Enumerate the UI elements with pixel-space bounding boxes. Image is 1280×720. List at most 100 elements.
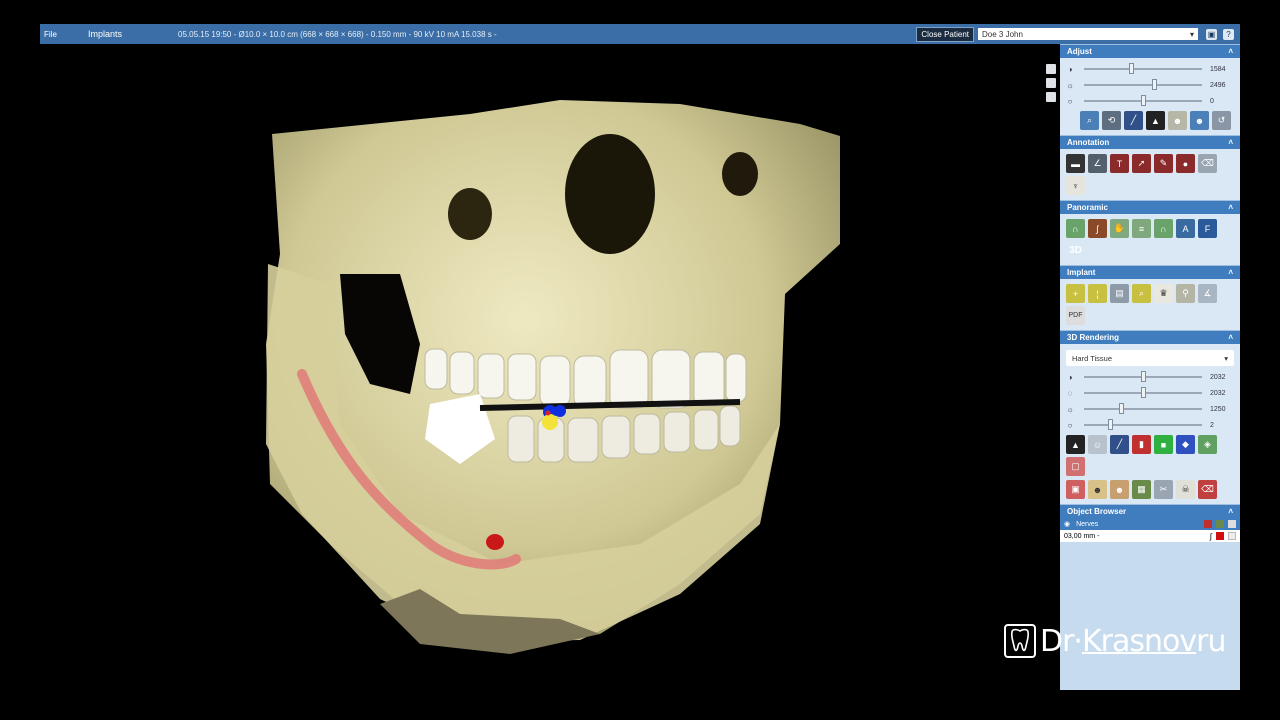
checkbox-icon[interactable] [1228,520,1236,528]
nerve-item-row[interactable]: 03,00 mm - ∫ [1060,530,1240,542]
hand-icon[interactable]: ✋ [1110,219,1129,238]
close-patient-button[interactable]: Close Patient [916,26,974,42]
slices-icon[interactable]: ≡ [1132,219,1151,238]
render-slider-gamma[interactable]: ○ 2 [1064,417,1236,433]
red-marker[interactable] [545,410,551,416]
crown-icon[interactable]: ♛ [1154,284,1173,303]
cut-icon[interactable]: ✂ [1154,480,1173,499]
angle-icon[interactable]: ∠ [1088,154,1107,173]
skull-icon[interactable]: ☻ [1168,111,1187,130]
histogram-icon[interactable]: ▲ [1146,111,1165,130]
slider-track[interactable] [1084,403,1202,414]
slider-track[interactable] [1084,95,1202,106]
file-menu[interactable]: File [44,30,88,39]
slider-knob[interactable] [1140,371,1146,382]
slider-track[interactable] [1084,371,1202,382]
slider-track[interactable] [1084,419,1202,430]
render-slider-contrast[interactable]: ◑ 2032 [1064,369,1236,385]
undo-icon[interactable] [1046,92,1056,102]
collapse-icon[interactable]: ˄ [1228,203,1233,212]
freehand-icon[interactable]: ✎ [1154,154,1173,173]
3d-viewport[interactable] [40,44,1060,690]
color-grid-icon[interactable] [1216,520,1224,528]
implant-add-icon[interactable]: + [1066,284,1085,303]
slider-track[interactable] [1084,387,1202,398]
implant-icon[interactable]: ¦ [1088,284,1107,303]
ruler-icon[interactable]: ▬ [1066,154,1085,173]
curve-icon[interactable]: ∩ [1066,219,1085,238]
render-slider-opacity[interactable]: ◌ 2032 [1064,385,1236,401]
window-level-icon[interactable]: ╱ [1124,111,1143,130]
red-plane-icon[interactable]: ▮ [1132,435,1151,454]
slider-knob[interactable] [1140,95,1146,106]
slider-knob[interactable] [1152,79,1158,90]
reset-icon[interactable]: ↺ [1212,111,1231,130]
collapse-icon[interactable]: ˄ [1228,333,1233,342]
rendering-header[interactable]: 3D Rendering ˄ [1060,330,1240,344]
3d-label[interactable]: 3D [1066,241,1085,260]
eraser-icon[interactable]: ⌫ [1198,154,1217,173]
eye-icon[interactable]: ◉ [1064,520,1070,528]
annotation-header[interactable]: Annotation ˄ [1060,135,1240,149]
implant-search-icon[interactable]: ⌕ [1132,284,1151,303]
panoramic-header[interactable]: Panoramic ˄ [1060,200,1240,214]
adjust-slider-contrast[interactable]: ◑ 1584 [1064,61,1236,77]
volume-icon[interactable]: ▲ [1066,435,1085,454]
nerves-group-row[interactable]: ◉ Nerves [1060,518,1240,530]
text-icon[interactable]: T [1110,154,1129,173]
camera-icon[interactable] [1046,78,1056,88]
skull-selected-icon[interactable]: ☻ [1190,111,1209,130]
delete-icon[interactable] [1204,520,1212,528]
rendering-preset-select[interactable]: Hard Tissue ▾ [1066,350,1234,366]
nerve-icon[interactable]: ∫ [1088,219,1107,238]
implant-library-icon[interactable]: ▤ [1110,284,1129,303]
nerve-color-swatch[interactable] [1216,532,1224,540]
blue-plane-icon[interactable]: ◆ [1176,435,1195,454]
box-icon[interactable]: ▣ [1066,480,1085,499]
slider-knob[interactable] [1128,63,1134,74]
pdf-icon[interactable]: PDF [1066,306,1085,325]
yellow-marker[interactable] [542,414,558,430]
arrow-icon[interactable]: ➚ [1132,154,1151,173]
rotate-icon[interactable]: ⟲ [1102,111,1121,130]
zoom-icon[interactable]: ⌕ [1080,111,1099,130]
eraser-3d-icon[interactable]: ⌫ [1198,480,1217,499]
tooth-icon[interactable]: ♆ [1066,176,1085,195]
collapse-icon[interactable]: ˄ [1228,268,1233,277]
frame-icon[interactable]: ▢ [1066,457,1085,476]
slider-knob[interactable] [1140,387,1146,398]
collapse-icon[interactable]: ˄ [1228,47,1233,56]
curve-a-icon[interactable]: A [1176,219,1195,238]
adjust-slider-brightness[interactable]: ☼ 2496 [1064,77,1236,93]
nerve-tool-icon[interactable]: ∫ [1210,532,1212,541]
cube-color-icon[interactable]: ◈ [1198,435,1217,454]
nerve-endpoint[interactable] [486,534,504,550]
adjust-header[interactable]: Adjust ˄ [1060,44,1240,58]
draw-curve-icon[interactable]: ∩ [1154,219,1173,238]
checkbox-icon[interactable] [1228,532,1236,540]
implant-header[interactable]: Implant ˄ [1060,265,1240,279]
abutment-icon[interactable]: ⚲ [1176,284,1195,303]
slider-knob[interactable] [1107,419,1113,430]
head-icon[interactable]: ☻ [1088,480,1107,499]
maximize-icon[interactable] [1046,64,1056,74]
color-map-icon[interactable]: ▦ [1132,480,1151,499]
collapse-icon[interactable]: ˄ [1228,507,1233,516]
head-soft-icon[interactable]: ☻ [1110,480,1129,499]
object-browser-header[interactable]: Object Browser ˄ [1060,504,1240,518]
window-icon[interactable]: ▣ [1206,28,1217,40]
blue-marker-2[interactable] [554,405,566,417]
green-plane-icon[interactable]: ■ [1154,435,1173,454]
person-icon[interactable]: ☺ [1088,435,1107,454]
collapse-icon[interactable]: ˄ [1228,138,1233,147]
help-icon[interactable]: ? [1223,28,1234,40]
adjust-slider-gamma[interactable]: ○ 0 [1064,93,1236,109]
implant-angle-icon[interactable]: ∡ [1198,284,1217,303]
patient-select[interactable]: Doe 3 John ▾ [978,28,1198,40]
skull-small-icon[interactable]: ☠ [1176,480,1195,499]
clip-icon[interactable]: ╱ [1110,435,1129,454]
slider-track[interactable] [1084,79,1202,90]
slider-knob[interactable] [1119,403,1125,414]
marker-icon[interactable]: ● [1176,154,1195,173]
curve-f-icon[interactable]: F [1198,219,1217,238]
